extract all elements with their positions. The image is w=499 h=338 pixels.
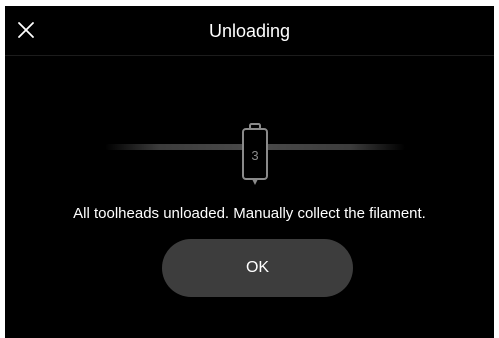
toolhead-indicator: 3 [240,123,270,187]
dialog-title: Unloading [208,21,291,41]
unloading-dialog: Unloading 3 All toolheads unloaded. Manu… [5,6,494,338]
ok-button[interactable]: OK [162,239,353,297]
toolhead-number: 3 [251,148,259,163]
dialog-header: Unloading [5,6,494,56]
status-message: All toolheads unloaded. Manually collect… [73,205,426,222]
